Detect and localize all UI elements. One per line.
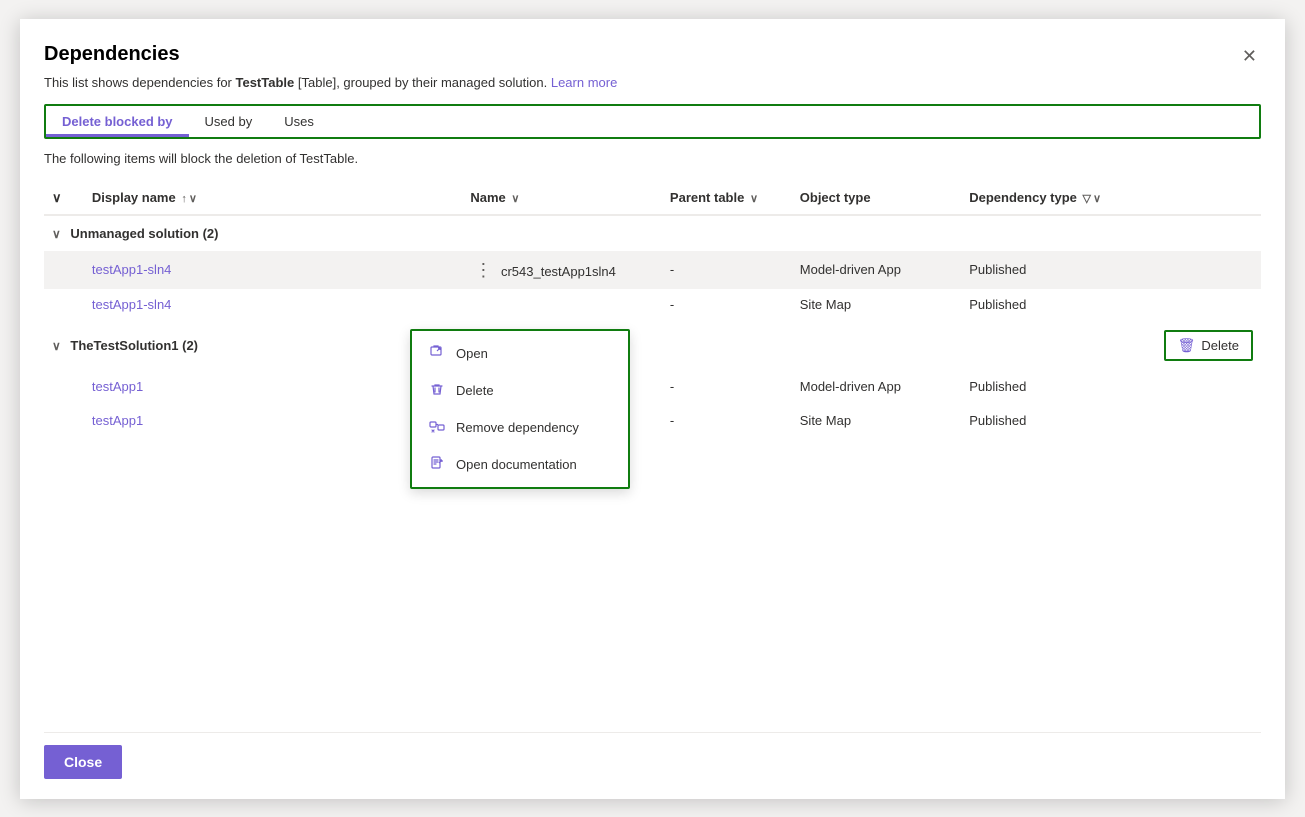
table-row: testApp1 ⋮ testApp1 - Site Map Published	[44, 402, 1261, 440]
col-header-dependency-type: Dependency type ▽∨	[961, 182, 1141, 215]
dep-type-cell-1: Published	[961, 251, 1141, 289]
tab-uses[interactable]: Uses	[268, 106, 330, 137]
name-sort-icon[interactable]: ∨	[511, 193, 519, 205]
delete-solution-label: Delete	[1201, 338, 1239, 353]
display-name-cell-1: testApp1-sln4	[84, 251, 462, 289]
row-expand-3	[44, 371, 84, 402]
parent-cell-4: -	[662, 402, 792, 440]
object-type-cell-2: Site Map	[792, 289, 961, 320]
group-row-testsolution1: ∨ TheTestSolution1 (2) 🗑 Delete	[44, 320, 1261, 371]
table-row: testApp1-sln4 ⋮ cr543_testApp1sln4 - Mod…	[44, 251, 1261, 289]
dep-type-cell-2: Published	[961, 289, 1141, 320]
display-name-link-2[interactable]: testApp1-sln4	[92, 297, 172, 312]
col-header-action	[1141, 182, 1261, 215]
dependencies-dialog: Dependencies ✕ This list shows dependenc…	[20, 19, 1285, 799]
dependencies-table: ∨ Display name ↑∨ Name ∨ Parent table ∨ …	[44, 182, 1261, 440]
table-row: testApp1-sln4 - Site Map Published	[44, 289, 1261, 320]
col-header-name: Name ∨	[462, 182, 662, 215]
action-cell-3	[1141, 371, 1261, 402]
context-menu-item-open-documentation[interactable]: Open documentation	[412, 446, 628, 483]
dep-type-cell-3: Published	[961, 371, 1141, 402]
open-icon	[428, 344, 446, 363]
close-dialog-button[interactable]: ✕	[1238, 43, 1261, 69]
remove-dep-icon	[428, 418, 446, 437]
action-cell-1	[1141, 251, 1261, 289]
dep-filter-icon[interactable]: ▽	[1083, 193, 1091, 205]
col-header-expand: ∨	[44, 182, 84, 215]
dialog-footer: Close	[44, 732, 1261, 779]
dialog-header: Dependencies ✕	[44, 43, 1261, 69]
expand-all-icon[interactable]: ∨	[52, 190, 62, 205]
group-label-unmanaged: Unmanaged solution (2)	[70, 226, 218, 241]
object-type-cell-1: Model-driven App	[792, 251, 961, 289]
object-type-cell-4: Site Map	[792, 402, 961, 440]
tab-used-by[interactable]: Used by	[189, 106, 269, 137]
dep-sort-icon[interactable]: ∨	[1093, 193, 1101, 205]
close-footer-button[interactable]: Close	[44, 745, 122, 779]
col-header-object-type: Object type	[792, 182, 961, 215]
parent-cell-1: -	[662, 251, 792, 289]
col-header-parent-table: Parent table ∨	[662, 182, 792, 215]
action-cell-2	[1141, 289, 1261, 320]
tabs-container: Delete blocked by Used by Uses	[44, 104, 1261, 139]
parent-cell-2: -	[662, 289, 792, 320]
display-name-cell-4: testApp1	[84, 402, 462, 440]
display-name-cell-3: testApp1	[84, 371, 462, 402]
dep-type-cell-4: Published	[961, 402, 1141, 440]
object-type-cell-3: Model-driven App	[792, 371, 961, 402]
delete-icon	[428, 381, 446, 400]
group-chevron-unmanaged[interactable]: ∨	[52, 227, 61, 241]
sort-asc-icon[interactable]: ↑	[181, 193, 187, 205]
parent-sort-icon[interactable]: ∨	[750, 193, 758, 205]
context-menu-item-delete[interactable]: Delete	[412, 372, 628, 409]
sort-desc-icon[interactable]: ∨	[189, 193, 197, 205]
context-remove-dep-label: Remove dependency	[456, 420, 579, 435]
context-open-doc-label: Open documentation	[456, 457, 577, 472]
dialog-title: Dependencies	[44, 43, 180, 66]
row-expand-2	[44, 289, 84, 320]
context-open-label: Open	[456, 346, 488, 361]
group-label-testsolution1: TheTestSolution1 (2)	[70, 338, 198, 353]
delete-solution-button[interactable]: 🗑 Delete	[1164, 330, 1253, 361]
display-name-link-4[interactable]: testApp1	[92, 413, 143, 428]
open-doc-icon	[428, 455, 446, 474]
action-cell-4	[1141, 402, 1261, 440]
context-menu: Open Delete Remove dependency	[410, 329, 630, 489]
table-row: testApp1 - Model-driven App Published	[44, 371, 1261, 402]
context-menu-item-remove-dependency[interactable]: Remove dependency	[412, 409, 628, 446]
row-context-menu-btn-1[interactable]: ⋮	[470, 259, 497, 281]
context-delete-label: Delete	[456, 383, 494, 398]
table-container: ∨ Display name ↑∨ Name ∨ Parent table ∨ …	[44, 182, 1261, 712]
delete-solution-icon: 🗑	[1178, 337, 1196, 354]
col-header-display-name: Display name ↑∨	[84, 182, 462, 215]
display-name-link-1[interactable]: testApp1-sln4	[92, 262, 172, 277]
display-name-link-3[interactable]: testApp1	[92, 379, 143, 394]
group-row-unmanaged: ∨ Unmanaged solution (2)	[44, 215, 1261, 251]
name-cell-2	[462, 289, 662, 320]
row-expand-1	[44, 251, 84, 289]
name-cell-1: ⋮ cr543_testApp1sln4	[462, 251, 662, 289]
context-menu-item-open[interactable]: Open	[412, 335, 628, 372]
dialog-subtitle: This list shows dependencies for TestTab…	[44, 75, 1261, 90]
parent-cell-3: -	[662, 371, 792, 402]
tab-delete-blocked-by[interactable]: Delete blocked by	[46, 106, 189, 137]
learn-more-link[interactable]: Learn more	[551, 75, 617, 90]
block-text: The following items will block the delet…	[44, 151, 1261, 166]
group-chevron-testsolution1[interactable]: ∨	[52, 339, 61, 353]
display-name-cell-2: testApp1-sln4	[84, 289, 462, 320]
row-expand-4	[44, 402, 84, 440]
